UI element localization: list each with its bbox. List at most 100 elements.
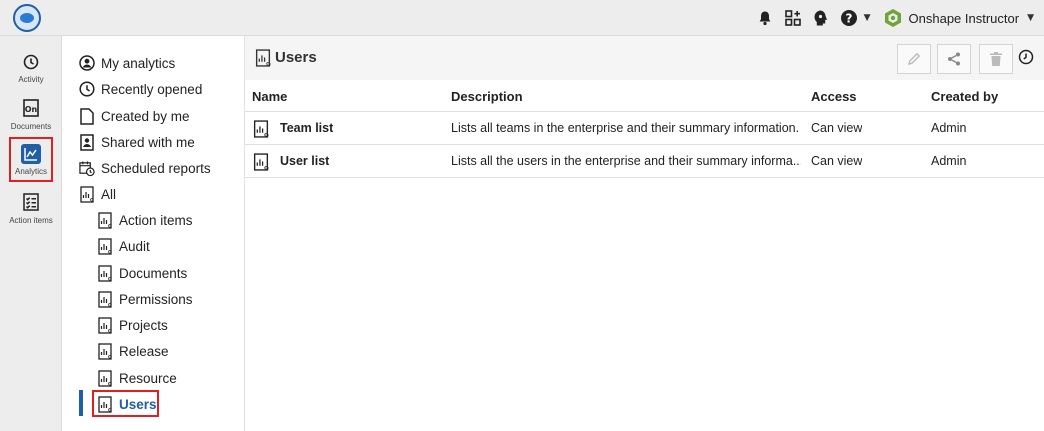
nav-item-my-analytics[interactable]: My analytics	[79, 51, 175, 75]
nav-item-label: Created by me	[101, 108, 190, 124]
main-content: On Users Name Description Access Created…	[245, 36, 1044, 431]
nav-item-label: Shared with me	[101, 134, 195, 150]
nav-item-label: All	[101, 186, 117, 202]
report-icon: On	[97, 316, 113, 334]
report-icon: On	[97, 369, 113, 387]
nav-item-audit[interactable]: On Audit	[97, 234, 150, 258]
nav-item-action-items[interactable]: On Action items	[97, 208, 193, 232]
nav-item-label: Permissions	[119, 291, 193, 307]
edit-button[interactable]	[897, 44, 931, 74]
user-name[interactable]: Onshape Instructor	[909, 11, 1020, 26]
column-header-created-by[interactable]: Created by	[931, 89, 998, 104]
nav-item-release[interactable]: On Release	[97, 339, 169, 363]
svg-text:On: On	[108, 249, 112, 255]
nav-item-label: Release	[119, 343, 169, 359]
onshape-logo-icon[interactable]	[13, 4, 41, 32]
nav-item-projects[interactable]: On Projects	[97, 313, 168, 337]
nav-item-label: Scheduled reports	[101, 160, 211, 176]
top-bar: ? ▼ Onshape Instructor ▼	[0, 0, 1044, 36]
main-header: On Users	[245, 36, 1044, 80]
history-icon[interactable]	[1018, 49, 1036, 67]
report-icon: On	[255, 49, 274, 67]
documents-icon: On	[21, 98, 41, 118]
share-button[interactable]	[937, 44, 971, 74]
svg-text:On: On	[108, 354, 112, 360]
svg-text:On: On	[108, 302, 112, 308]
app-store-icon[interactable]	[781, 6, 805, 30]
clock-icon	[79, 80, 95, 98]
shared-user-icon	[79, 133, 95, 151]
svg-text:On: On	[90, 197, 94, 203]
document-icon	[79, 107, 95, 125]
clock-icon	[21, 52, 41, 72]
share-icon	[948, 52, 960, 66]
pencil-icon	[908, 52, 921, 65]
nav-item-resource[interactable]: On Resource	[97, 366, 177, 390]
row-created-by: Admin	[931, 154, 967, 168]
trash-icon	[990, 52, 1002, 66]
row-description: Lists all the users in the enterprise an…	[451, 154, 801, 168]
user-menu-chevron-down-icon[interactable]: ▼	[1027, 13, 1034, 23]
svg-text:On: On	[108, 328, 112, 334]
nav-item-label: Action items	[119, 212, 193, 228]
column-header-name[interactable]: Name	[252, 89, 287, 104]
row-name[interactable]: User list	[280, 154, 329, 168]
rail-item-label: Activity	[18, 75, 44, 84]
svg-text:On: On	[264, 132, 269, 138]
help-menu-chevron-down-icon[interactable]: ▼	[864, 13, 871, 23]
rail-item-action-items[interactable]: Action items	[0, 192, 62, 225]
svg-text:On: On	[266, 61, 271, 67]
nav-item-documents[interactable]: On Documents	[97, 261, 187, 285]
report-icon: On	[253, 120, 272, 138]
nav-item-label: Documents	[119, 265, 188, 281]
rail-item-label: Action items	[9, 216, 53, 225]
nav-item-permissions[interactable]: On Permissions	[97, 287, 193, 311]
row-name[interactable]: Team list	[280, 121, 333, 135]
column-header-description[interactable]: Description	[451, 89, 523, 104]
table-header: Name Description Access Created by	[245, 80, 1044, 112]
report-icon: On	[97, 264, 113, 282]
report-icon: On	[97, 211, 113, 229]
svg-text:On: On	[108, 276, 112, 282]
analytics-highlight-box	[9, 137, 53, 182]
table-row[interactable]: On Team list Lists all teams in the ente…	[245, 112, 1044, 145]
delete-button[interactable]	[979, 44, 1013, 74]
calendar-clock-icon	[79, 159, 95, 177]
analytics-nav-panel: My analytics Recently opened Created by …	[62, 36, 245, 431]
user-circle-icon	[79, 54, 95, 72]
nav-item-label: Resource	[119, 370, 177, 386]
nav-item-created-by-me[interactable]: Created by me	[79, 104, 190, 128]
svg-text:On: On	[25, 105, 38, 114]
nav-item-scheduled-reports[interactable]: Scheduled reports	[79, 156, 211, 180]
svg-text:On: On	[264, 165, 269, 171]
checklist-icon	[21, 192, 41, 212]
nav-item-recently-opened[interactable]: Recently opened	[79, 77, 202, 101]
rail-item-documents[interactable]: On Documents	[0, 98, 62, 131]
row-access: Can view	[811, 121, 863, 135]
users-highlight-box	[92, 390, 159, 417]
svg-text:On: On	[108, 381, 112, 387]
page-title: Users	[275, 49, 317, 66]
row-access: Can view	[811, 154, 863, 168]
user-avatar-icon[interactable]	[881, 6, 905, 30]
nav-item-label: Projects	[119, 317, 168, 333]
nav-item-label: Recently opened	[101, 81, 203, 97]
top-bar-actions: ? ▼ Onshape Instructor ▼	[749, 0, 1044, 36]
report-icon: On	[79, 185, 95, 203]
left-rail: Activity On Documents Analytics Action i…	[0, 36, 62, 431]
nav-item-label: Audit	[119, 238, 150, 254]
learning-icon[interactable]	[809, 6, 833, 30]
row-description: Lists all teams in the enterprise and th…	[451, 121, 800, 135]
report-icon: On	[97, 290, 113, 308]
report-icon: On	[253, 153, 272, 171]
rail-item-activity[interactable]: Activity	[0, 52, 62, 84]
report-icon: On	[97, 342, 113, 360]
nav-item-label: My analytics	[101, 55, 176, 71]
help-icon[interactable]: ?	[837, 6, 861, 30]
table-row[interactable]: On User list Lists all the users in the …	[245, 145, 1044, 178]
active-indicator	[79, 390, 83, 416]
column-header-access[interactable]: Access	[811, 89, 857, 104]
nav-item-shared-with-me[interactable]: Shared with me	[79, 130, 195, 154]
nav-item-all[interactable]: On All	[79, 182, 116, 206]
notification-icon[interactable]	[753, 6, 777, 30]
